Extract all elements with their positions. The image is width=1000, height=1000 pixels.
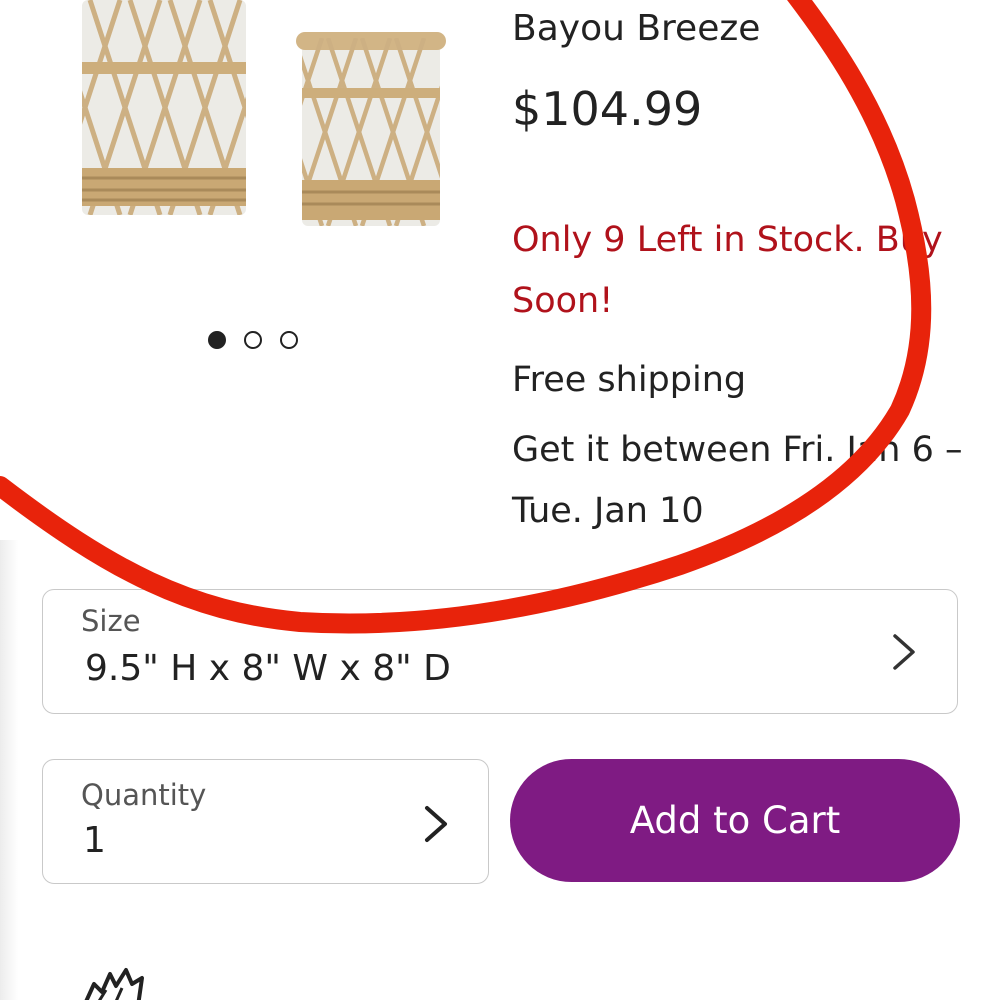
hand-icon: [84, 968, 144, 1000]
carousel-dot-3[interactable]: [280, 331, 298, 349]
edge-shadow: [0, 540, 18, 1000]
quantity-selector-label: Quantity: [81, 778, 207, 812]
size-selector-label: Size: [81, 604, 141, 638]
wicker-lanterns-illustration: [82, 0, 446, 226]
product-image[interactable]: [60, 0, 460, 250]
quantity-selector-value: 1: [83, 820, 106, 861]
carousel-dot-2[interactable]: [244, 331, 262, 349]
add-to-cart-button[interactable]: Add to Cart: [510, 759, 960, 882]
carousel-dot-1[interactable]: [208, 331, 226, 349]
free-shipping-label: Free shipping: [512, 360, 747, 400]
delivery-estimate: Get it between Fri. Jan 6 – Tue. Jan 10: [512, 430, 963, 531]
quantity-selector[interactable]: Quantity 1: [42, 759, 489, 884]
low-stock-message: Only 9 Left in Stock. Buy Soon!: [512, 220, 943, 321]
carousel-dots: [208, 331, 298, 349]
chevron-right-icon: [425, 806, 447, 842]
chevron-right-icon: [893, 634, 915, 670]
product-page: Bayou Breeze $104.99 Only 9 Left in Stoc…: [0, 0, 1000, 1000]
product-price: $104.99: [512, 82, 703, 136]
brand-name[interactable]: Bayou Breeze: [512, 8, 760, 49]
size-selector-value: 9.5" H x 8" W x 8" D: [85, 648, 451, 689]
size-selector[interactable]: Size 9.5" H x 8" W x 8" D: [42, 589, 958, 714]
